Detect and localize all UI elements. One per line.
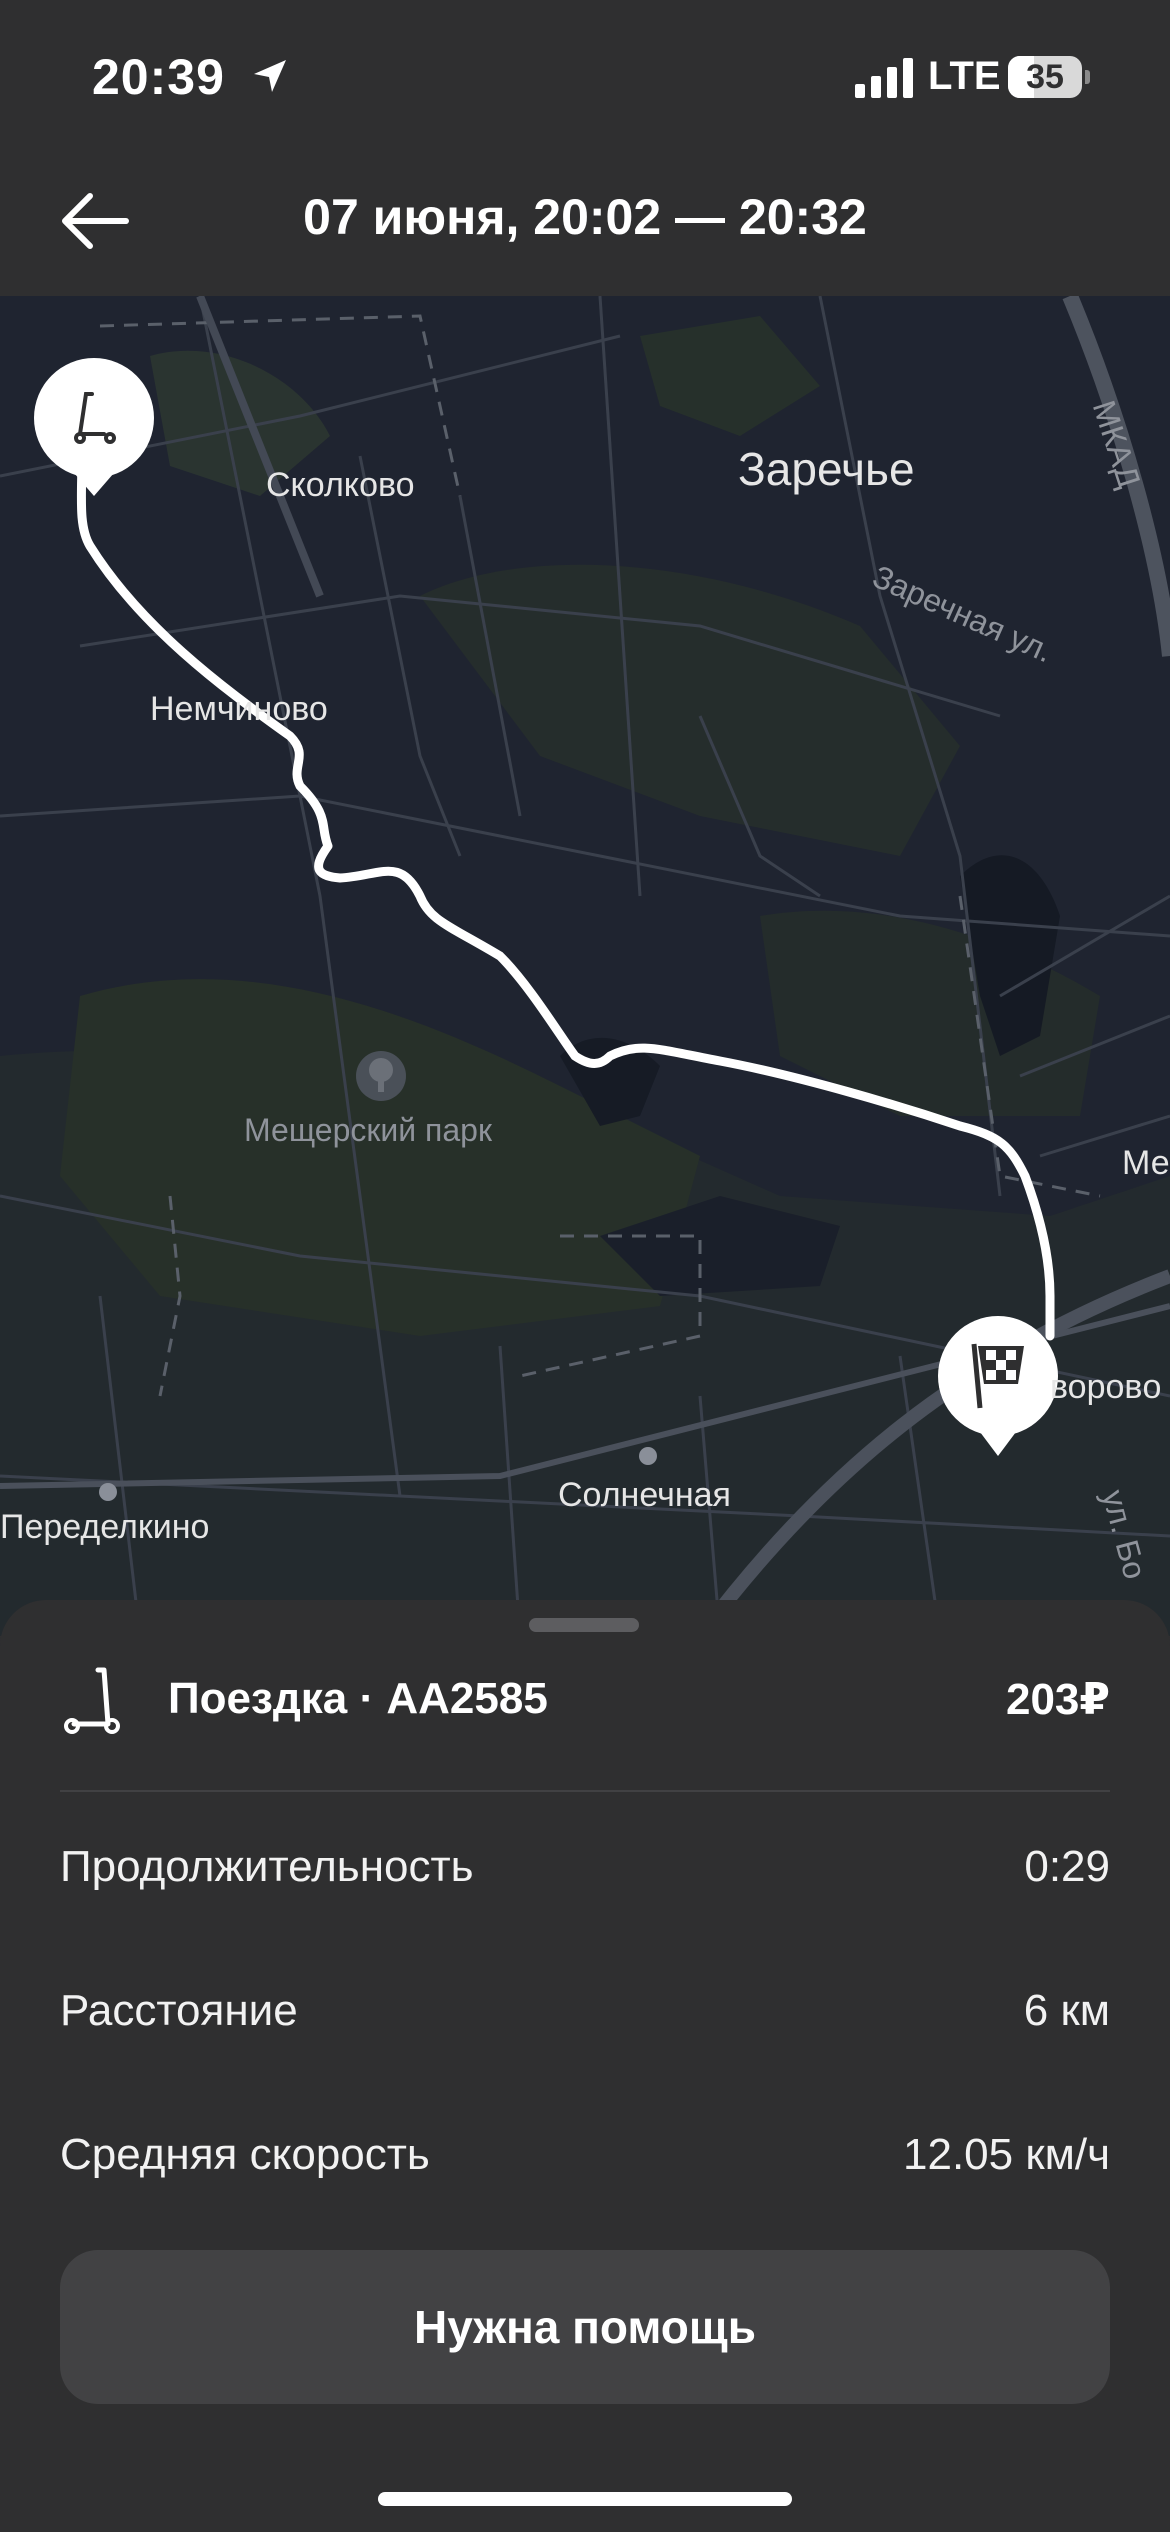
network-type: LTE	[928, 54, 1001, 98]
map-label-borovo: воровo	[1050, 1368, 1162, 1406]
stat-distance: Расстояние 6 км	[60, 1986, 1110, 2046]
ride-summary: Поездка · AA2585 203₽	[60, 1660, 1110, 1740]
header: 07 июня, 20:02 — 20:32	[0, 150, 1170, 296]
location-arrow-icon	[254, 60, 286, 92]
page-title: 07 июня, 20:02 — 20:32	[303, 189, 867, 245]
stat-label: Расстояние	[60, 1986, 298, 2035]
stat-avg-speed: Средняя скорость 12.05 км/ч	[60, 2130, 1110, 2190]
stat-duration: Продолжительность 0:29	[60, 1842, 1110, 1902]
home-indicator[interactable]	[378, 2492, 792, 2506]
status-time: 20:39	[92, 49, 225, 105]
map-label-nemchinovo: Немчиново	[150, 690, 328, 728]
stat-label: Средняя скорость	[60, 2130, 430, 2179]
scooter-icon	[64, 1667, 120, 1734]
start-pin[interactable]	[34, 358, 154, 496]
ride-price: 203₽	[1005, 1675, 1110, 1724]
map-label-meshchersky-park: Мещерский парк	[244, 1112, 492, 1148]
status-bar: 20:39 LTE 35	[0, 0, 1170, 150]
map-label-zarechye: Заречье	[738, 443, 915, 495]
trip-details-screen: 20:39 LTE 35 07 июня, 20:02 — 20:32 Скол…	[0, 0, 1170, 2532]
map-label-solnechnaya: Солнечная	[558, 1476, 731, 1514]
battery-percent: 35	[1026, 58, 1064, 96]
route-map[interactable]: Сколково Заречье Заречная ул. МКАД Немчи…	[0, 296, 1170, 1636]
stat-value: 12.05 км/ч	[903, 2130, 1110, 2179]
battery-icon: 35	[1008, 56, 1090, 98]
stat-value: 0:29	[1024, 1842, 1110, 1891]
sheet-handle[interactable]	[529, 1618, 639, 1632]
map-label-skolkovo: Сколково	[266, 466, 415, 504]
stat-label: Продолжительность	[60, 1842, 474, 1891]
help-button[interactable]: Нужна помощь	[60, 2250, 1110, 2404]
trip-sheet: Поездка · AA2585 203₽ Продолжительность …	[0, 1600, 1170, 2532]
map-label-peredelkino: Переделкино	[0, 1508, 210, 1546]
stat-value: 6 км	[1023, 1986, 1110, 2035]
cellular-signal-icon	[855, 58, 913, 98]
ride-title: Поездка · AA2585	[168, 1674, 548, 1723]
map-label-me: Ме	[1122, 1144, 1170, 1182]
map-canvas	[0, 296, 1170, 1636]
divider	[60, 1790, 1110, 1792]
